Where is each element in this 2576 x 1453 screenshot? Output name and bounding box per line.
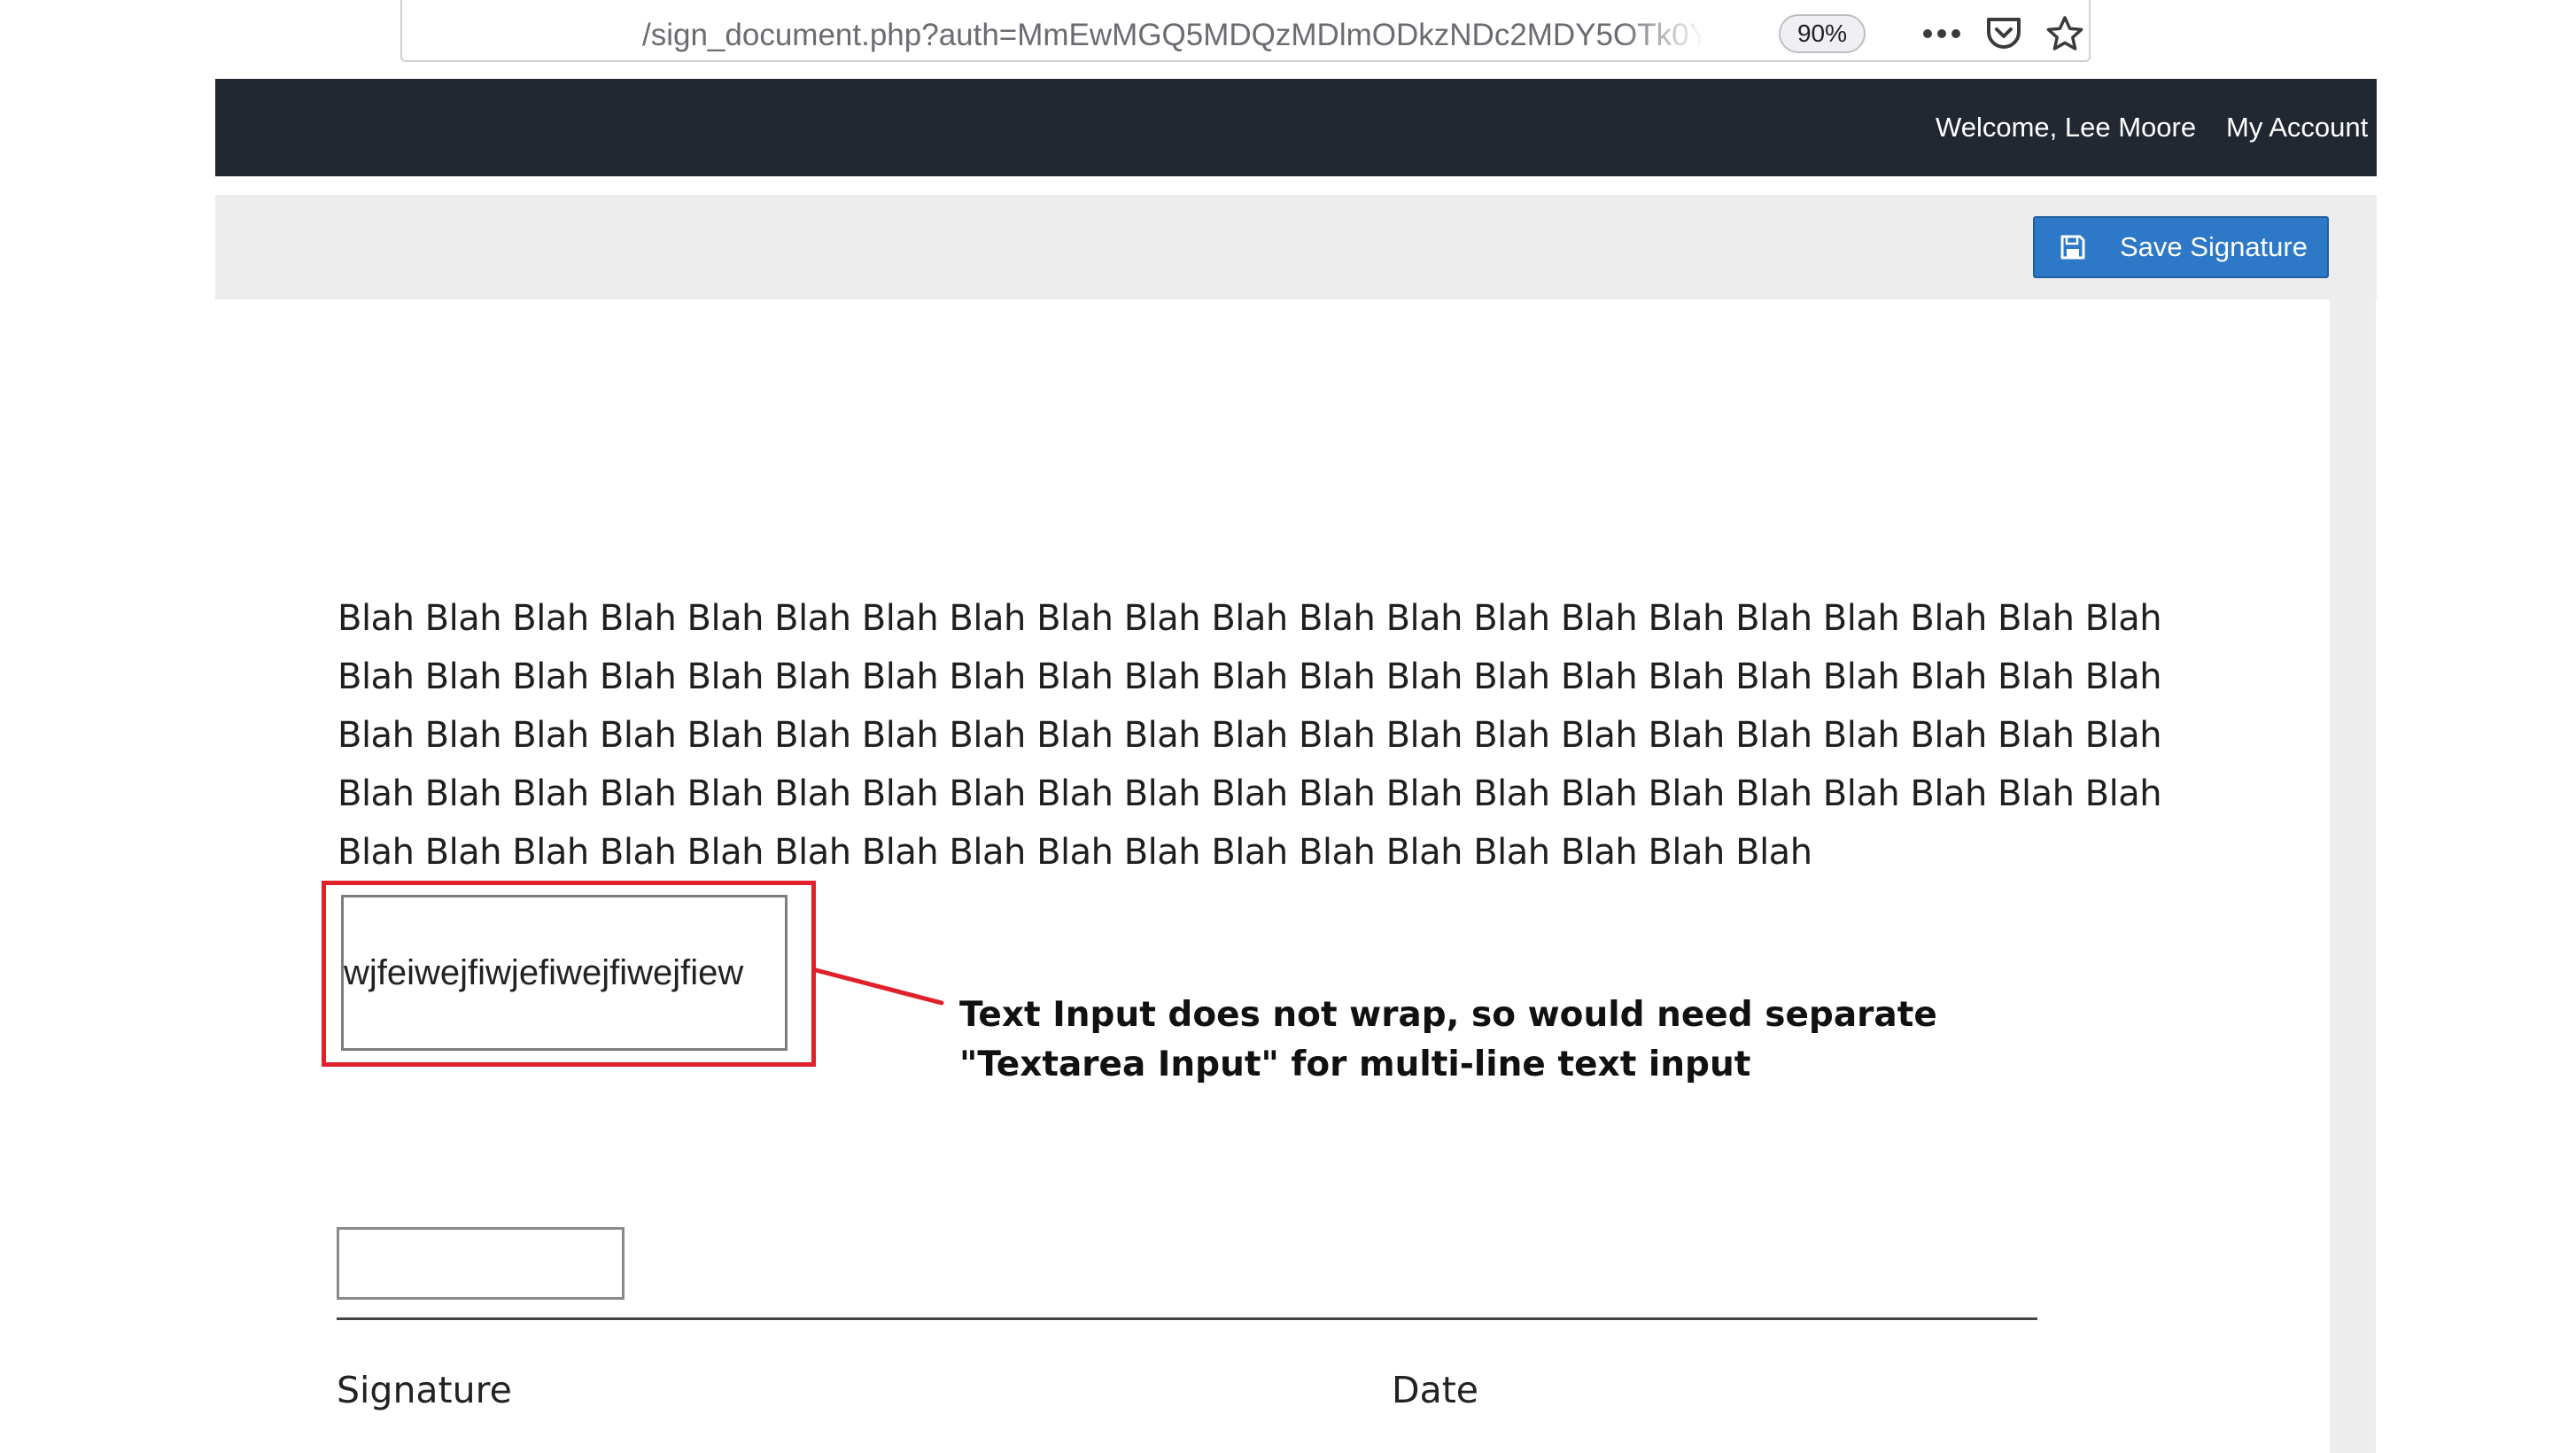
my-account-link[interactable]: My Account <box>2226 110 2368 145</box>
annotation-line-1: Text Input does not wrap, so would need … <box>959 995 1937 1035</box>
document-body-text: Blah Blah Blah Blah Blah Blah Blah Blah … <box>338 589 2162 882</box>
save-signature-button[interactable]: Save Signature <box>2033 216 2329 278</box>
pocket-icon[interactable] <box>1982 12 2026 55</box>
signature-label: Signature <box>337 1369 512 1411</box>
date-label: Date <box>1392 1369 1478 1411</box>
date-input[interactable] <box>337 1227 625 1300</box>
save-signature-label: Save Signature <box>2120 231 2308 262</box>
url-text[interactable]: /sign_document.php?auth=MmEwMGQ5MDQzMDlm… <box>642 14 1705 57</box>
floppy-disk-icon <box>2060 233 2088 261</box>
document-line: Blah Blah Blah Blah Blah Blah Blah Blah … <box>338 832 1812 873</box>
more-menu-icon[interactable] <box>1920 12 1964 55</box>
bookmark-star-icon[interactable] <box>2043 12 2087 55</box>
document-line: Blah Blah Blah Blah Blah Blah Blah Blah … <box>338 598 2162 639</box>
page-scroll-gutter <box>2330 195 2376 1453</box>
document-line: Blah Blah Blah Blah Blah Blah Blah Blah … <box>338 657 2162 697</box>
document-line: Blah Blah Blah Blah Blah Blah Blah Blah … <box>338 773 2162 814</box>
annotation-line-2: "Textarea Input" for multi-line text inp… <box>959 1045 1751 1084</box>
welcome-user-link[interactable]: Welcome, Lee Moore <box>1936 110 2196 145</box>
signature-rule-line <box>337 1317 2037 1320</box>
annotation-highlight-box <box>322 881 816 1067</box>
document-line: Blah Blah Blah Blah Blah Blah Blah Blah … <box>338 715 2162 756</box>
annotation-callout-text: Text Input does not wrap, so would need … <box>959 991 2022 1090</box>
zoom-indicator[interactable]: 90% <box>1779 14 1866 53</box>
